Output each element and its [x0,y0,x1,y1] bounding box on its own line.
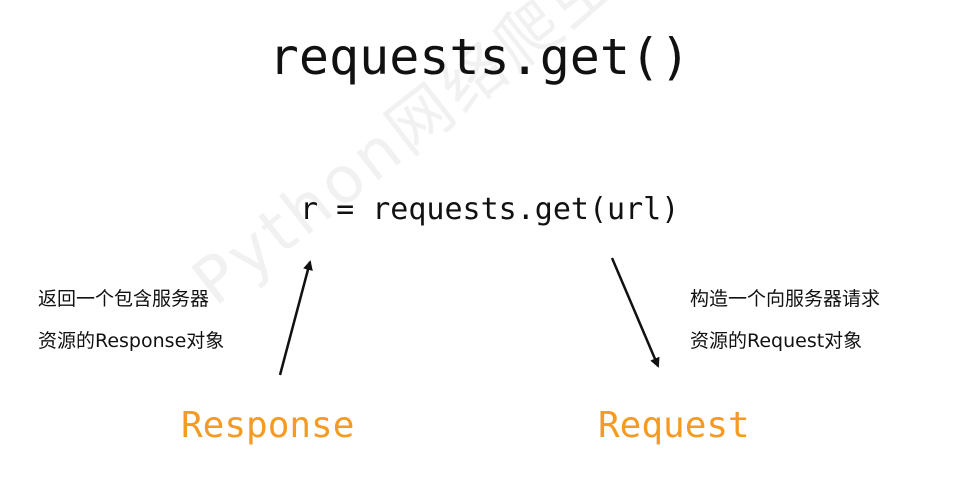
request-description-line2: 资源的Request对象 [690,330,863,352]
request-arrow [610,257,660,368]
response-object-label: Response [181,405,355,446]
response-description-line1: 返回一个包含服务器 [38,288,210,310]
response-description-line2: 资源的Response对象 [38,330,225,352]
request-description: 构造一个向服务器请求 资源的Request对象 [690,278,880,362]
request-object-label: Request [598,405,750,446]
response-arrow [278,260,313,376]
request-description-line1: 构造一个向服务器请求 [690,288,881,310]
response-description: 返回一个包含服务器 资源的Response对象 [38,278,224,362]
arrows-layer [278,257,660,376]
